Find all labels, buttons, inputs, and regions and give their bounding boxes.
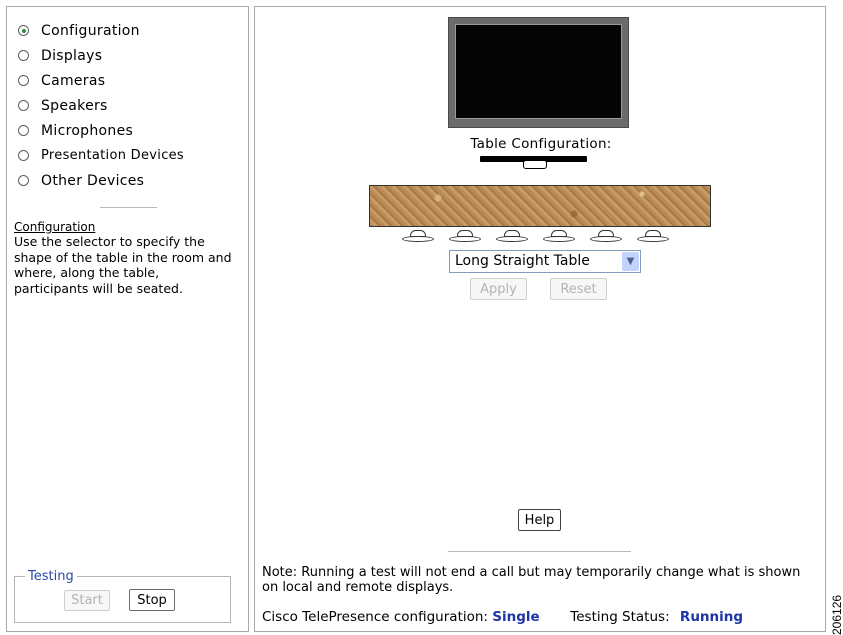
radio-button-configuration[interactable] [18, 25, 29, 36]
radio-button-speakers[interactable] [18, 100, 29, 111]
table-top [369, 185, 711, 227]
radio-button-cameras[interactable] [18, 75, 29, 86]
display-monitor-image [448, 17, 629, 128]
chevron-down-icon[interactable]: ▼ [622, 252, 639, 271]
seat-icon [402, 230, 434, 243]
seat-icon [637, 230, 669, 243]
monitor-screen [455, 24, 622, 119]
radio-label-cameras: Cameras [41, 72, 106, 89]
testing-status-value: Running [679, 609, 744, 625]
apply-button[interactable]: Apply [470, 278, 527, 300]
radio-speakers[interactable]: Speakers [18, 93, 184, 118]
radio-button-displays[interactable] [18, 50, 29, 61]
figure-number: 206126 [830, 594, 843, 635]
help-button[interactable]: Help [518, 509, 561, 531]
radio-button-presentation-devices[interactable] [18, 150, 29, 161]
stop-button[interactable]: Stop [129, 589, 175, 611]
radio-other-devices[interactable]: Other Devices [18, 168, 184, 193]
radio-label-configuration: Configuration [41, 22, 140, 39]
note-text: Note: Running a test will not end a call… [262, 565, 801, 595]
left-divider [100, 207, 157, 208]
help-text: Use the selector to specify the shape of… [14, 234, 232, 296]
radio-configuration[interactable]: Configuration [18, 18, 184, 43]
radio-label-microphones: Microphones [41, 122, 134, 139]
seat-icon [543, 230, 575, 243]
radio-button-other-devices[interactable] [18, 175, 29, 186]
camera-icon [523, 160, 547, 169]
testing-group: Testing [14, 569, 231, 623]
radio-microphones[interactable]: Microphones [18, 118, 184, 143]
radio-label-presentation-devices: Presentation Devices [41, 148, 185, 163]
start-button[interactable]: Start [64, 590, 110, 611]
seat-icon [449, 230, 481, 243]
table-shape-select-value: Long Straight Table [455, 253, 590, 269]
device-selector: Configuration Displays Cameras Speakers … [18, 18, 184, 193]
table-diagram [360, 150, 715, 247]
config-label: Cisco TelePresence configuration: [262, 609, 488, 625]
reset-button[interactable]: Reset [550, 278, 607, 300]
radio-label-speakers: Speakers [41, 97, 108, 114]
right-divider [448, 551, 631, 552]
seat-icon [590, 230, 622, 243]
radio-presentation-devices[interactable]: Presentation Devices [18, 143, 184, 168]
radio-cameras[interactable]: Cameras [18, 68, 184, 93]
radio-button-microphones[interactable] [18, 125, 29, 136]
testing-status-label: Testing Status: [570, 609, 670, 625]
status-line: Cisco TelePresence configuration: Single… [262, 609, 743, 625]
help-title: Configuration [14, 220, 96, 234]
table-shape-select[interactable]: Long Straight Table ▼ [449, 250, 641, 273]
radio-displays[interactable]: Displays [18, 43, 184, 68]
seat-icon [496, 230, 528, 243]
radio-label-other-devices: Other Devices [41, 172, 145, 189]
radio-label-displays: Displays [41, 47, 103, 64]
testing-legend: Testing [28, 569, 74, 584]
config-value: Single [492, 609, 540, 625]
